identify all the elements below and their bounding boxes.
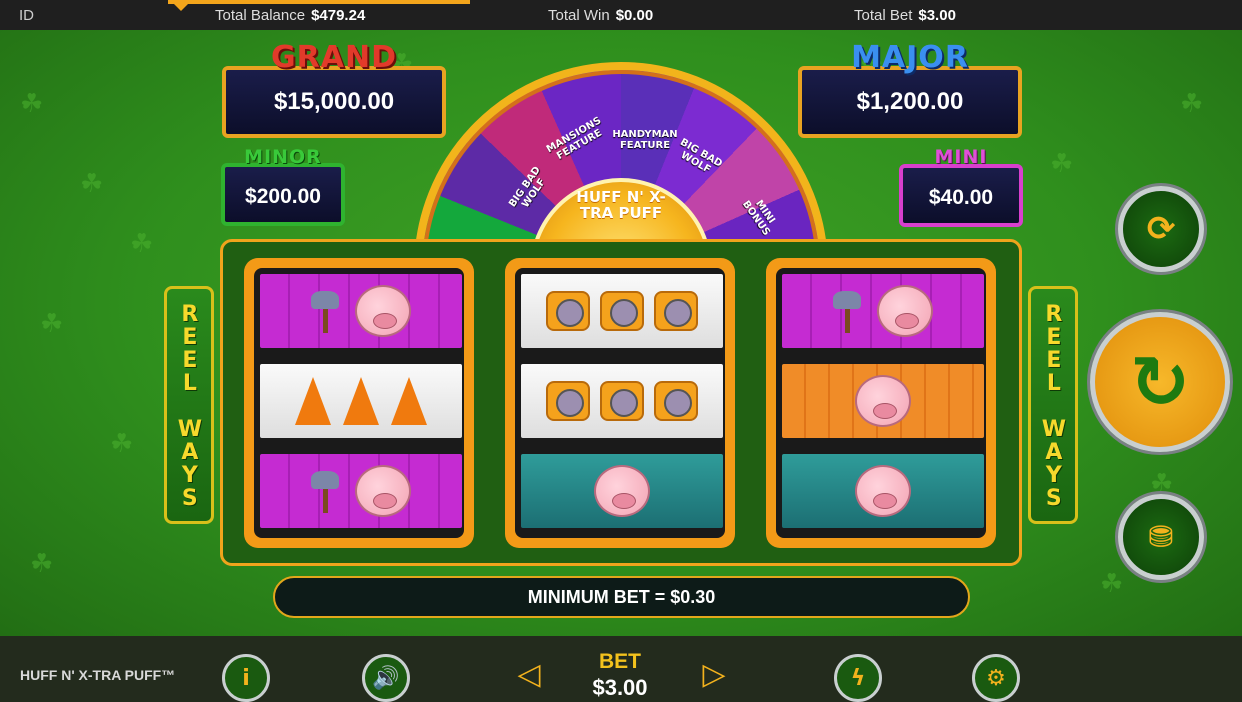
grand-jackpot-title: GRAND xyxy=(271,40,397,75)
speaker-icon: 🔊 xyxy=(372,665,400,691)
cone-icon xyxy=(343,377,379,425)
pig-icon xyxy=(855,465,911,517)
menu-indicator-notch xyxy=(172,2,190,11)
gear-icon: ⚙ xyxy=(986,665,1006,691)
info-icon: i xyxy=(242,665,250,691)
total-win-value: $0.00 xyxy=(615,7,654,24)
grand-jackpot-value: $15,000.00 xyxy=(273,88,395,115)
autoplay-icon: ⟳ xyxy=(1146,209,1176,249)
clover-icon: ☘ xyxy=(20,88,44,118)
reel-ways-banner-left: REEL WAYS xyxy=(164,286,214,524)
major-jackpot-value: $1,200.00 xyxy=(856,88,964,115)
pig-icon xyxy=(594,465,650,517)
clover-icon: ☘ xyxy=(40,308,64,338)
reel-ways-text: REEL WAYS xyxy=(1041,301,1067,509)
wheel-hub-logo: HUFF N' X-TRA PUFF xyxy=(576,188,666,222)
bet-decrease-button[interactable]: ◁ xyxy=(503,650,555,698)
axe-icon xyxy=(311,291,339,333)
reel-ways-banner-right: REEL WAYS xyxy=(1028,286,1078,524)
turbo-button[interactable]: ϟ xyxy=(834,654,882,702)
mini-jackpot-value: $40.00 xyxy=(928,186,994,209)
game-title: HUFF N' X-TRA PUFF™ xyxy=(20,667,176,683)
coins-icon: ⛃ xyxy=(1148,519,1174,555)
axe-icon xyxy=(833,291,861,333)
major-jackpot: $1,200.00 xyxy=(798,66,1022,138)
turbo-icon: ϟ xyxy=(850,665,866,691)
minimum-bet-banner: MINIMUM BET = $0.30 xyxy=(273,576,970,618)
minor-jackpot-value: $200.00 xyxy=(245,185,321,208)
minor-jackpot-title: MINOR xyxy=(244,146,322,168)
settings-button[interactable]: ⚙ xyxy=(972,654,1020,702)
clover-icon: ☘ xyxy=(1050,148,1074,178)
clover-icon: ☘ xyxy=(80,168,104,198)
bet-value: $3.00 xyxy=(592,675,648,700)
cone-icon xyxy=(391,377,427,425)
id-label: ID xyxy=(19,7,34,24)
menu-indicator[interactable] xyxy=(168,0,470,4)
autoplay-button[interactable]: ⟳ xyxy=(1118,186,1204,272)
tape-measure-icon xyxy=(654,381,698,421)
tape-measure-icon xyxy=(546,291,590,331)
tape-measure-icon xyxy=(654,291,698,331)
spin-button[interactable]: ↻ xyxy=(1090,312,1230,452)
symbol-pig-axe xyxy=(260,454,462,528)
clover-icon: ☘ xyxy=(110,428,134,458)
symbol-cones xyxy=(260,364,462,438)
tape-measure-icon xyxy=(600,291,644,331)
major-jackpot-title: MAJOR xyxy=(851,40,969,75)
tape-measure-icon xyxy=(546,381,590,421)
clover-icon: ☘ xyxy=(1180,88,1204,118)
reel-1 xyxy=(244,258,474,548)
top-status-bar: ID Total Balance $479.24 Total Win $0.00 T… xyxy=(0,0,1242,30)
bet-coins-button[interactable]: ⛃ xyxy=(1118,494,1204,580)
symbol-pig-wheat xyxy=(782,454,984,528)
tape-measure-icon xyxy=(600,381,644,421)
total-balance-label: Total Balance xyxy=(215,7,306,24)
minor-jackpot: $200.00 xyxy=(221,163,345,226)
symbol-pig-axe xyxy=(260,274,462,348)
clover-icon: ☘ xyxy=(30,548,54,578)
total-bet: Total Bet $3.00 xyxy=(854,7,956,24)
reel-3 xyxy=(766,258,996,548)
mini-jackpot-title: MINI xyxy=(934,146,988,168)
bet-label: BET xyxy=(599,650,641,673)
pig-icon xyxy=(877,285,933,337)
total-win: Total Win $0.00 xyxy=(548,7,653,24)
plus-icon: ▷ xyxy=(702,656,726,692)
symbol-tape-measures xyxy=(521,364,723,438)
total-balance: Total Balance $479.24 xyxy=(215,7,365,24)
total-bet-value: $3.00 xyxy=(918,7,956,24)
spin-icon: ↻ xyxy=(1129,340,1191,424)
pig-icon xyxy=(355,285,411,337)
symbol-pig-axe xyxy=(782,274,984,348)
clover-icon: ☘ xyxy=(130,228,154,258)
total-bet-label: Total Bet xyxy=(854,7,913,24)
symbol-tape-measures xyxy=(521,274,723,348)
total-win-label: Total Win xyxy=(548,7,610,24)
reel-ways-text: REEL WAYS xyxy=(177,301,203,509)
total-balance-value: $479.24 xyxy=(311,7,366,24)
symbol-pig-wheat xyxy=(521,454,723,528)
pig-icon xyxy=(855,375,911,427)
bet-increase-button[interactable]: ▷ xyxy=(688,650,740,698)
sound-button[interactable]: 🔊 xyxy=(362,654,410,702)
clover-icon: ☘ xyxy=(1150,468,1174,498)
mini-jackpot: $40.00 xyxy=(899,164,1023,227)
axe-icon xyxy=(311,471,339,513)
grand-jackpot: $15,000.00 xyxy=(222,66,446,138)
info-button[interactable]: i xyxy=(222,654,270,702)
pig-icon xyxy=(355,465,411,517)
symbol-pig-money xyxy=(782,364,984,438)
cone-icon xyxy=(295,377,331,425)
reel-2 xyxy=(505,258,735,548)
clover-icon: ☘ xyxy=(1100,568,1124,598)
minus-icon: ◁ xyxy=(517,656,541,692)
